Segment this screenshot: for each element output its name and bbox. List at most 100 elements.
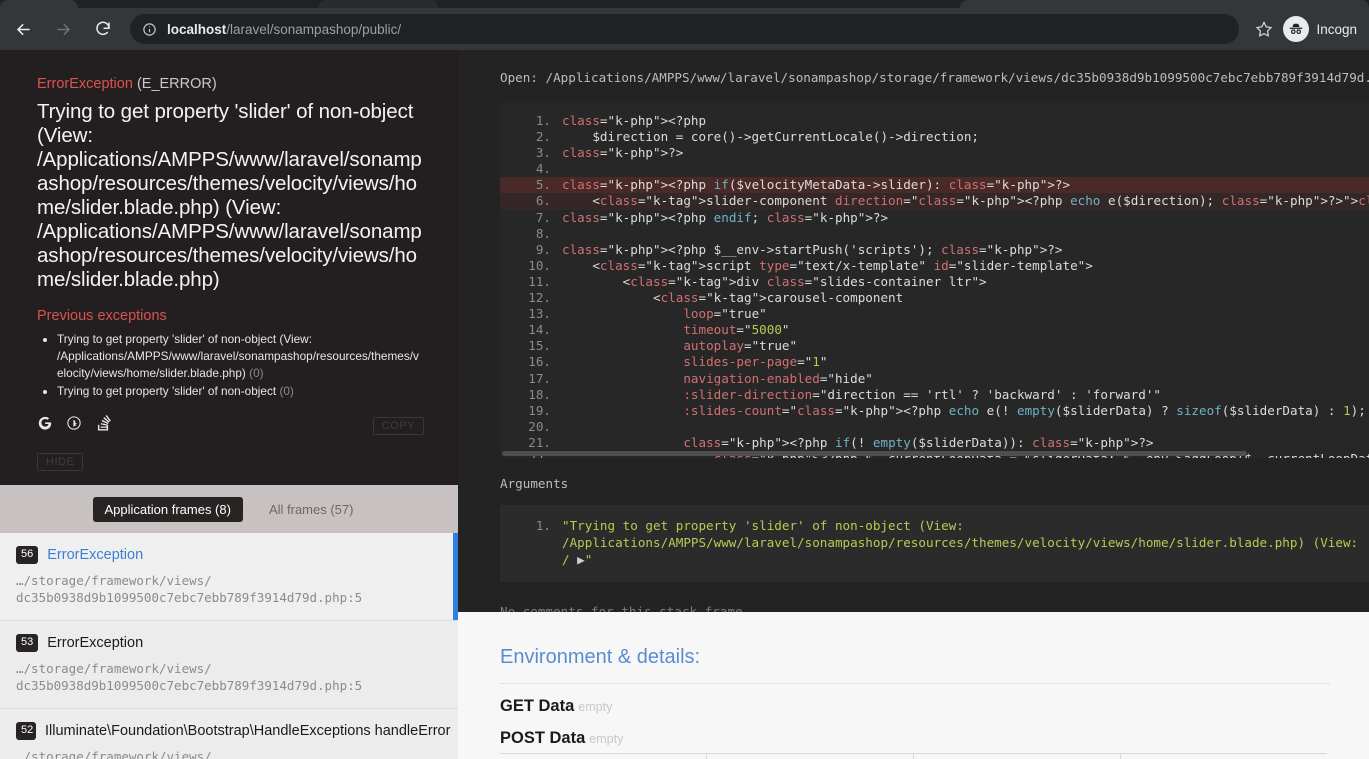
line-content — [562, 161, 1369, 177]
open-file-path: Open: /Applications/AMPPS/www/laravel/so… — [458, 70, 1369, 85]
incognito-label: Incogn — [1316, 21, 1357, 37]
browser-tab-strip[interactable] — [0, 0, 1369, 8]
arguments-block: 1. "Trying to get property 'slider' of n… — [500, 505, 1369, 582]
browser-tab-active[interactable] — [78, 0, 318, 8]
line-number: 8. — [535, 225, 551, 241]
stackoverflow-search-icon[interactable] — [95, 415, 111, 431]
line-number: 17. — [528, 370, 551, 386]
frame-path-line2: dc35b0938d9b1099500c7ebc7ebb789f3914d79d… — [16, 678, 363, 693]
line-content: class="k-php"><?php $__env->startPush('s… — [562, 241, 1063, 257]
open-path-value: /Applications/AMPPS/www/laravel/sonampas… — [545, 70, 1369, 85]
line-content: <class="k-tag">script type="text/x-templ… — [562, 257, 1093, 273]
page-content: ErrorException (E_ERROR) Trying to get p… — [0, 50, 1369, 759]
code-line: 14. timeout="5000" — [500, 322, 1369, 338]
browser-tab[interactable] — [0, 0, 78, 8]
frame-header: 53 ErrorException — [16, 634, 442, 652]
frame-path-line1: …/storage/framework/views/ — [16, 661, 212, 676]
table-row[interactable]: 56 ErrorException …/storage/framework/vi… — [0, 533, 458, 621]
line-number: 1. — [535, 113, 551, 128]
code-line: 21. class="k-php"><?php if(! empty($slid… — [500, 435, 1369, 451]
previous-exception-count: (0) — [249, 365, 264, 380]
line-content: autoplay="true" — [683, 338, 798, 354]
frame-path: …/storage/framework/views/ dc35b0938d9b1… — [16, 572, 442, 606]
scrollbar-thumb[interactable] — [502, 451, 1247, 456]
line-number: 6. — [535, 193, 551, 209]
line-content: slides-per-page="1" — [683, 354, 828, 370]
horizontal-scrollbar[interactable] — [500, 451, 1369, 456]
code-line: 1. class="k-php"><?php — [500, 113, 1369, 129]
forward-arrow-icon[interactable] — [46, 12, 80, 46]
code-line: 18. :slider-direction="direction == 'rtl… — [500, 387, 1369, 403]
code-line: 10. <class="k-tag">script type="text/x-t… — [500, 258, 1369, 274]
hide-button[interactable]: HIDE — [37, 453, 84, 472]
code-line: 8. — [500, 226, 1369, 242]
exception-summary: ErrorException (E_ERROR) Trying to get p… — [0, 50, 458, 485]
frame-path: …/storage/framework/views/ dc35b0938d9b1… — [16, 660, 442, 694]
expand-triangle-icon[interactable]: ▶ — [577, 552, 585, 567]
table-row[interactable]: 52 Illuminate\Foundation\Bootstrap\Handl… — [0, 709, 458, 759]
list-item: Trying to get property 'slider' of non-o… — [57, 331, 422, 381]
line-content: class="k-php"><?php — [562, 113, 707, 128]
list-item: Trying to get property 'slider' of non-o… — [57, 383, 422, 400]
line-number: 14. — [528, 322, 551, 338]
line-content: <class="k-tag">div class="slides-contain… — [562, 273, 987, 289]
code-lines: 1. class="k-php"><?php 2. $direction = cor… — [500, 103, 1369, 458]
code-section: Open: /Applications/AMPPS/www/laravel/so… — [458, 50, 1369, 619]
source-code-viewer[interactable]: 1. class="k-php"><?php 2. $direction = cor… — [500, 103, 1369, 458]
google-search-icon[interactable] — [37, 415, 53, 431]
line-content: timeout="5000" — [683, 322, 790, 338]
bookmark-star-icon[interactable] — [1249, 14, 1279, 44]
duckduckgo-search-icon[interactable] — [66, 415, 82, 431]
tab-application-frames[interactable]: Application frames (8) — [92, 496, 243, 522]
back-arrow-icon[interactable] — [6, 12, 40, 46]
frame-name[interactable]: Illuminate\Foundation\Bootstrap\HandleEx… — [45, 723, 450, 739]
code-line: 13. loop="true" — [500, 306, 1369, 322]
divider — [500, 683, 1330, 684]
code-line: 6. <class="k-tag">slider-component direc… — [500, 193, 1369, 210]
previous-exceptions-title: Previous exceptions — [37, 308, 167, 325]
frame-name[interactable]: ErrorException — [47, 635, 143, 651]
line-number: 15. — [528, 338, 551, 354]
table-row[interactable]: 53 ErrorException …/storage/framework/vi… — [0, 621, 458, 709]
code-line: 3. class="k-php">?> — [500, 145, 1369, 161]
site-info-icon[interactable] — [142, 22, 157, 37]
code-line: 11. <class="k-tag">div class="slides-con… — [500, 274, 1369, 290]
frame-path-line1: …/storage/framework/views/ — [16, 573, 212, 588]
code-line: 16. slides-per-page="1" — [500, 354, 1369, 370]
table-cell — [707, 754, 914, 759]
environment-section: Environment & details: GET Data empty POS… — [458, 612, 1369, 759]
code-line: 17. navigation-enabled="hide" — [500, 371, 1369, 387]
copy-button[interactable]: COPY — [372, 417, 424, 436]
line-number: 19. — [528, 402, 551, 418]
argument-value: "Trying to get property 'slider' of non-… — [562, 517, 1369, 568]
line-content: <class="k-tag">carousel-component — [562, 290, 904, 306]
open-label: Open: — [500, 70, 538, 85]
left-column: ErrorException (E_ERROR) Trying to get p… — [0, 50, 458, 759]
frame-path: …/storage/framework/views/ — [16, 748, 442, 759]
line-content — [562, 419, 1369, 435]
frame-name[interactable]: ErrorException — [47, 547, 143, 563]
table-cell — [500, 754, 707, 759]
tab-all-frames[interactable]: All frames (57) — [257, 497, 366, 522]
frame-number: 52 — [16, 722, 36, 740]
page-title: Environment & details: — [500, 646, 701, 668]
line-number: 13. — [528, 306, 551, 322]
env-value: empty — [589, 732, 624, 746]
line-content: <class="k-tag">slider-component directio… — [562, 193, 1369, 209]
frames-list[interactable]: 56 ErrorException …/storage/framework/vi… — [0, 533, 458, 759]
env-label: POST Data — [500, 729, 586, 747]
line-number: 20. — [528, 418, 551, 434]
toolbar-right-group: Incogn — [1249, 14, 1369, 44]
line-content: class="k-php"><?php if($velocityMetaData… — [562, 177, 1071, 193]
line-number: 16. — [528, 354, 551, 370]
reload-icon[interactable] — [86, 12, 120, 46]
exception-message: Trying to get property 'slider' of non-o… — [37, 100, 422, 292]
code-line: 15. autoplay="true" — [500, 338, 1369, 354]
line-number: 18. — [528, 386, 551, 402]
browser-tab[interactable] — [960, 0, 1369, 8]
incognito-indicator[interactable]: Incogn — [1279, 14, 1365, 44]
line-content: class="k-php"><?php endif; class="k-php"… — [562, 209, 889, 225]
address-bar[interactable]: localhost/laravel/sonampashop/public/ — [130, 14, 1240, 44]
browser-tab[interactable] — [318, 0, 438, 8]
code-line: 5. class="k-php"><?php if($velocityMetaDa… — [500, 177, 1369, 194]
